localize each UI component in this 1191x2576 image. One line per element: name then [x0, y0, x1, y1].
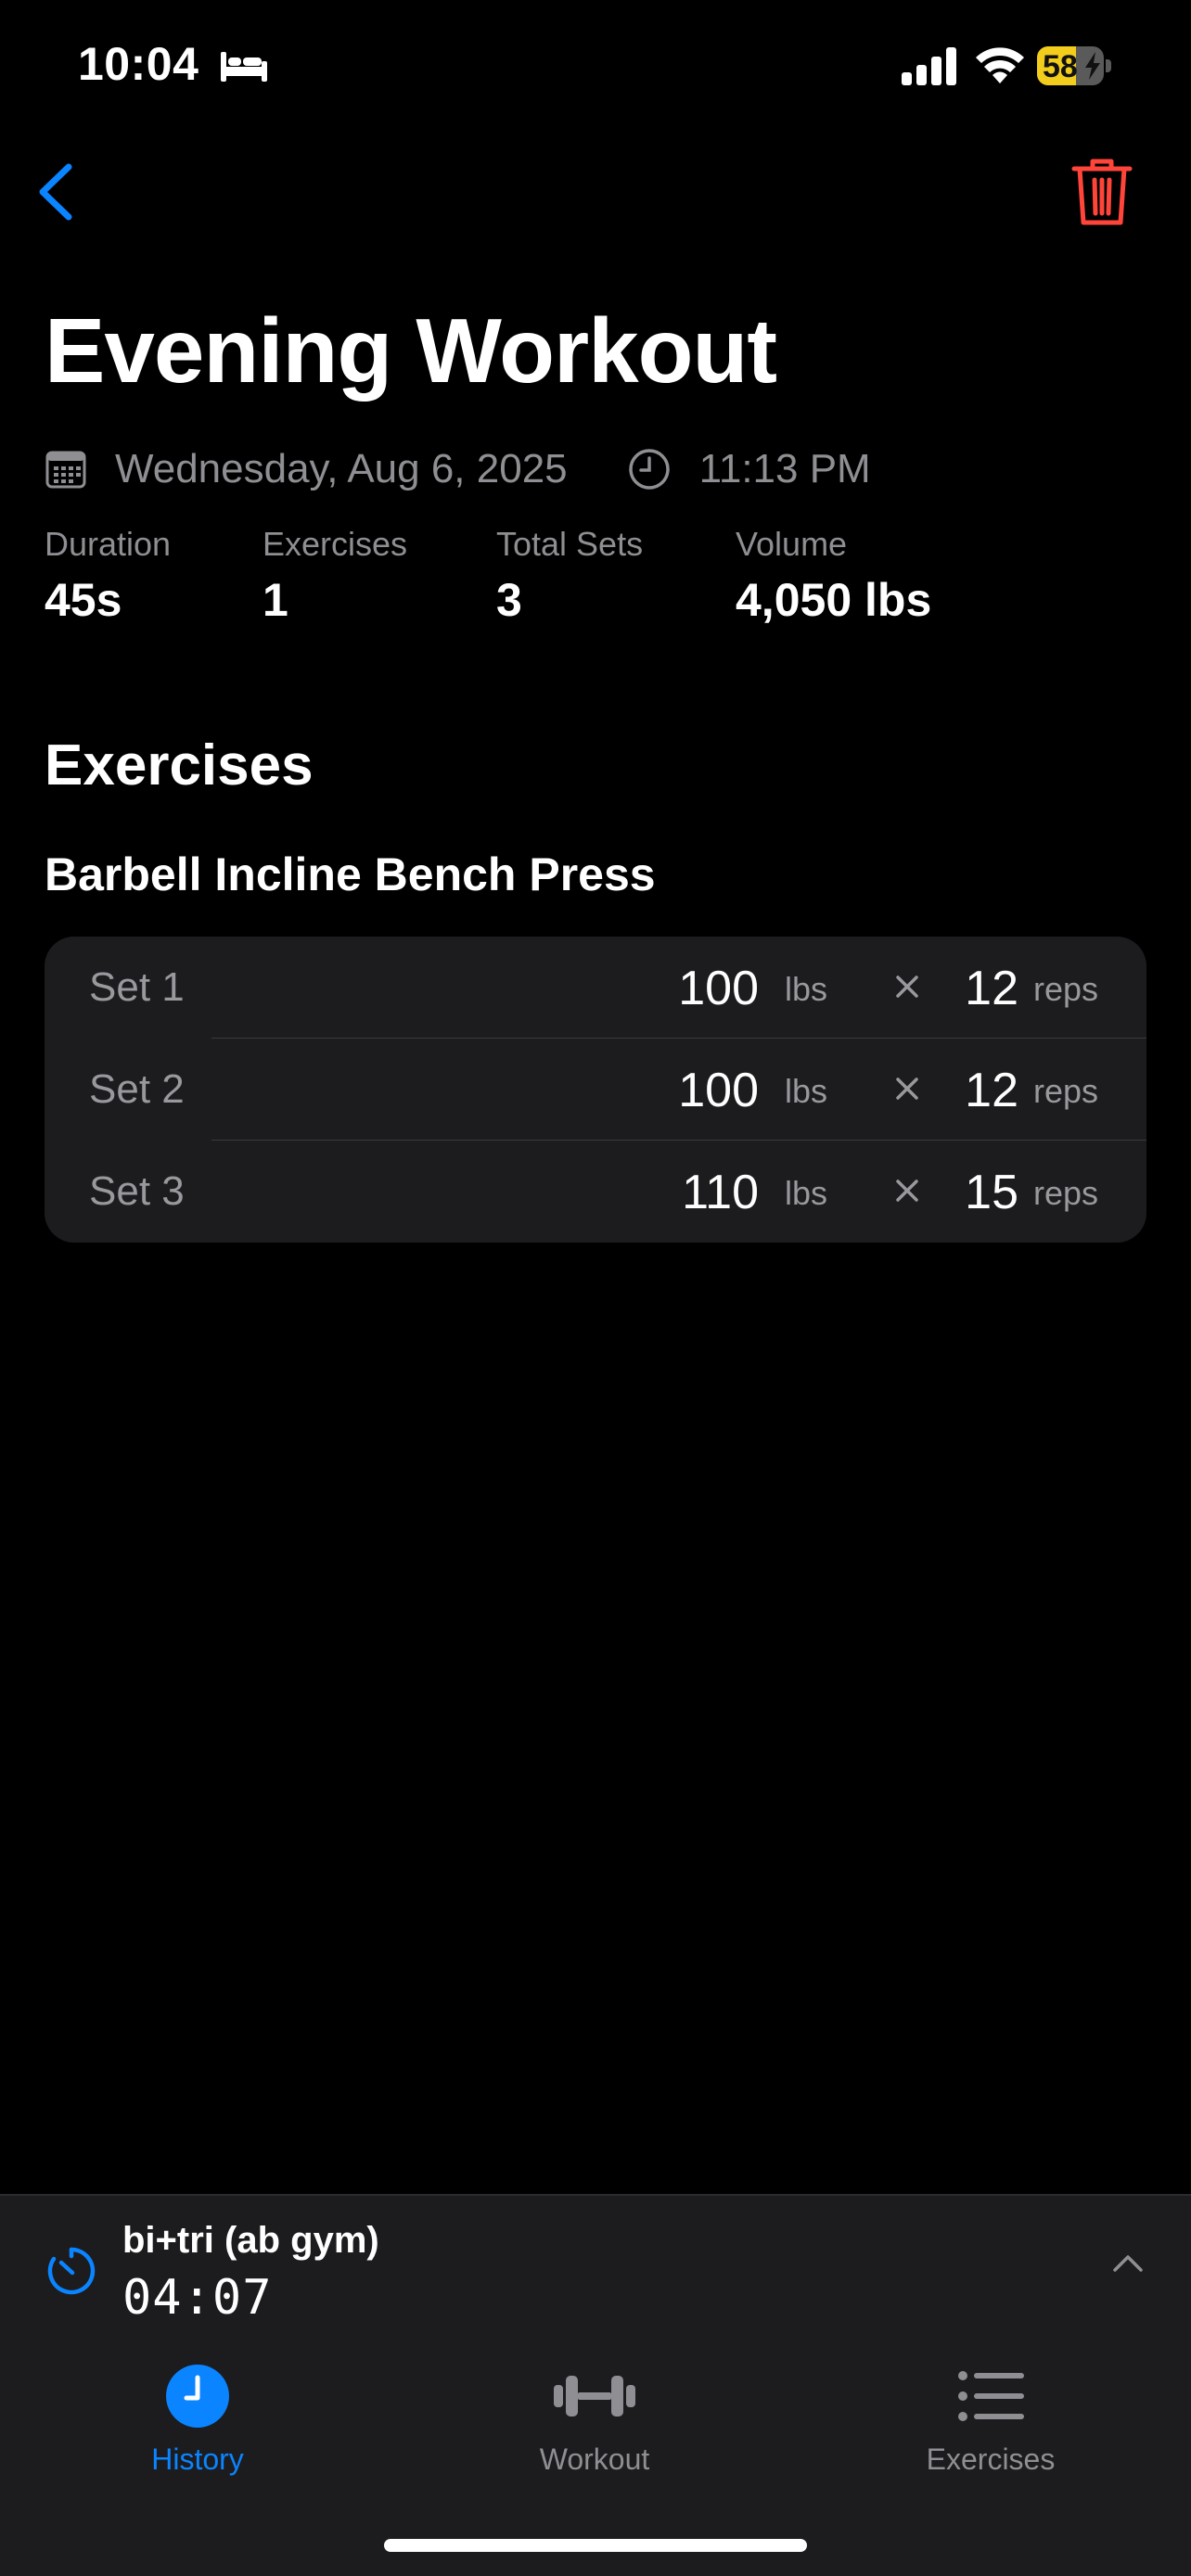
set-label: Set 3 — [89, 1168, 185, 1214]
clock-icon — [628, 449, 670, 490]
trash-icon[interactable] — [1069, 156, 1135, 228]
workout-meta: Wednesday, Aug 6, 2025 11:13 PM — [45, 443, 871, 495]
battery-percentage: 58 — [1043, 49, 1078, 84]
wifi-icon — [976, 47, 1024, 83]
calendar-icon — [45, 451, 86, 489]
stat-total-sets: Total Sets 3 — [496, 525, 643, 627]
set-row: Set 2 100 lbs 12 reps — [45, 1039, 1146, 1141]
set-weight-unit: lbs — [785, 1072, 828, 1110]
active-workout-timer: 04:07 — [122, 2270, 273, 2326]
exercises-section-title: Exercises — [45, 733, 314, 797]
set-reps: 12 — [965, 962, 1018, 1015]
set-weight: 110 — [682, 1166, 759, 1219]
set-weight: 100 — [678, 1064, 759, 1117]
stat-value: 3 — [496, 574, 522, 626]
active-workout-bar[interactable]: bi+tri (ab gym) 04:07 — [0, 2194, 1191, 2346]
sets-card: Set 1 100 lbs 12 reps Set 2 100 lbs 12 r… — [45, 937, 1146, 1243]
charging-bolt-icon — [1085, 52, 1100, 80]
stat-label: Volume — [736, 525, 848, 563]
times-icon — [896, 976, 918, 998]
tab-exercises[interactable]: Exercises — [852, 2363, 1130, 2502]
status-time: 10:04 — [78, 38, 199, 90]
stat-duration: Duration 45s — [45, 525, 171, 627]
timer-icon — [47, 2247, 96, 2295]
home-indicator[interactable] — [384, 2539, 807, 2552]
set-label: Set 1 — [89, 964, 185, 1010]
set-row: Set 3 110 lbs 15 reps — [45, 1141, 1146, 1243]
tab-label: Workout — [539, 2442, 650, 2476]
set-reps-unit: reps — [1033, 1174, 1099, 1212]
set-weight-unit: lbs — [785, 1174, 828, 1212]
stat-value: 1 — [263, 574, 288, 626]
set-reps: 12 — [965, 1064, 1018, 1117]
stat-label: Exercises — [263, 525, 408, 563]
times-icon — [896, 1078, 918, 1100]
times-icon — [896, 1180, 918, 1202]
signal-icon — [902, 47, 956, 85]
set-reps: 15 — [965, 1166, 1018, 1219]
list-icon — [958, 2371, 1024, 2421]
set-weight: 100 — [678, 962, 759, 1015]
battery-icon: 58 — [1037, 46, 1113, 85]
dumbbell-icon — [554, 2376, 635, 2417]
exercise-name: Barbell Incline Bench Press — [45, 848, 656, 900]
tab-label: History — [151, 2442, 244, 2476]
stat-label: Duration — [45, 525, 172, 563]
history-clock-icon — [166, 2365, 229, 2428]
workout-date: Wednesday, Aug 6, 2025 — [115, 446, 568, 491]
set-reps-unit: reps — [1033, 1072, 1099, 1110]
stat-exercises: Exercises 1 — [263, 525, 407, 627]
stat-volume: Volume 4,050 lbs — [736, 525, 931, 627]
back-button[interactable] — [28, 156, 82, 228]
tab-history[interactable]: History — [58, 2363, 337, 2502]
stat-value: 4,050 lbs — [736, 574, 932, 626]
tab-workout[interactable]: Workout — [455, 2363, 734, 2502]
set-weight-unit: lbs — [785, 970, 828, 1008]
stat-value: 45s — [45, 574, 122, 626]
set-label: Set 2 — [89, 1066, 185, 1112]
bed-icon — [221, 52, 267, 82]
active-workout-name: bi+tri (ab gym) — [122, 2220, 379, 2261]
page-title: Evening Workout — [45, 300, 777, 402]
set-row: Set 1 100 lbs 12 reps — [45, 937, 1146, 1039]
workout-time: 11:13 PM — [698, 446, 871, 491]
chevron-up-icon[interactable] — [1111, 2251, 1145, 2274]
set-reps-unit: reps — [1033, 970, 1099, 1008]
tab-label: Exercises — [926, 2442, 1056, 2476]
stat-label: Total Sets — [496, 525, 644, 563]
